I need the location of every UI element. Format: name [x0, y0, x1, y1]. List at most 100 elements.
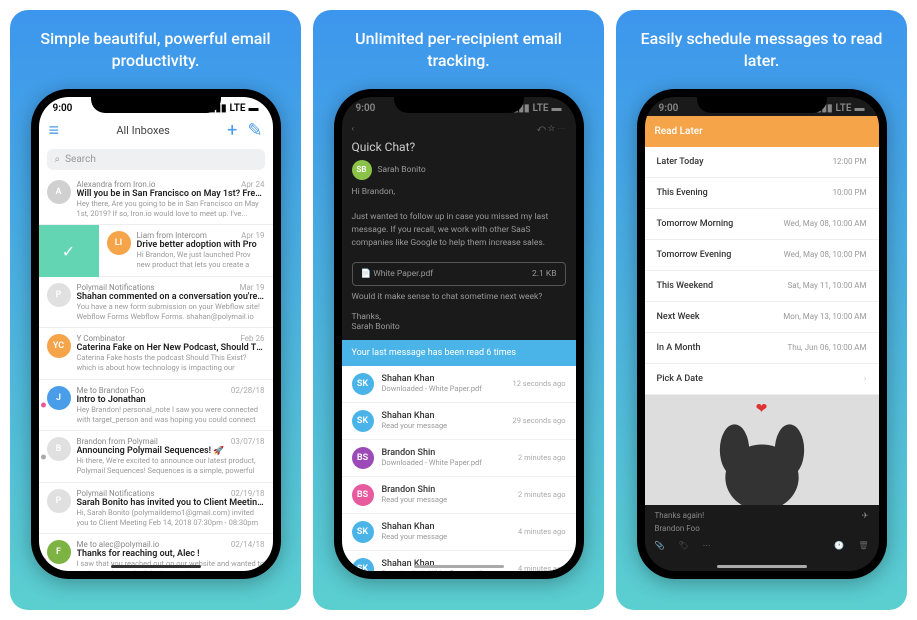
tracking-name: Shahan Khan — [382, 374, 505, 384]
panel-schedule: Easily schedule messages to read later. … — [616, 10, 907, 610]
email-list: A Alexandra from Iron.io Apr 24 Will you … — [39, 174, 273, 571]
email-view-dark: ‹ ⤺ ☆ ⋯ Quick Chat? SB Sarah Bonito Hi B… — [342, 116, 576, 340]
attachment[interactable]: 📄 White Paper.pdf 2.1 KB — [352, 262, 566, 286]
tracking-avatar: BS — [352, 447, 374, 469]
schedule-label: Tomorrow Morning — [657, 219, 734, 229]
tracking-name: Brandon Shin — [382, 485, 511, 495]
avatar: LI — [107, 231, 131, 255]
email-subject: Drive better adoption with Pro — [137, 240, 265, 250]
schedule-option[interactable]: Next WeekMon, May 13, 10:00 AM — [645, 302, 879, 333]
email-from: Alexandra from Iron.io — [77, 180, 156, 189]
screen: 9:00 ▮▮▮▮ LTE ▬ ≡ All Inboxes + ✎ ⌕ Sear… — [39, 97, 273, 571]
phone-frame: 9:00 ▮▮▮▮ LTE ▬ ≡ All Inboxes + ✎ ⌕ Sear… — [31, 89, 281, 579]
screen: 9:00 ▮▮▮▮ LTE ▬ Read Later Later Today12… — [645, 97, 879, 571]
email-subject: Sarah Bonito has invited you to Client M… — [77, 498, 265, 508]
email-preview: Hi there, We're excited to announce our … — [77, 456, 265, 476]
notch — [394, 89, 524, 113]
email-item[interactable]: P Polymail NotificationsMar 19 Shahan co… — [39, 277, 273, 329]
trash-icon[interactable]: 🗑 — [858, 541, 868, 550]
tracking-action: Read your message — [382, 495, 511, 504]
email-date: Apr 24 — [241, 180, 264, 189]
email-preview: Caterina Fake hosts the podcast Should T… — [77, 353, 265, 373]
panel-tracking: Unlimited per-recipient email tracking. … — [313, 10, 604, 610]
swipe-action[interactable]: ✓ — [39, 225, 99, 277]
headline: Simple beautiful, powerful email product… — [22, 28, 289, 73]
email-item[interactable]: A Alexandra from Iron.io Apr 24 Will you … — [39, 174, 273, 226]
email-subject: Will you be in San Francisco on May 1st?… — [77, 189, 265, 199]
tracking-action: Read your message — [382, 532, 511, 541]
unread-dot — [41, 557, 46, 562]
phone-frame: 9:00 ▮▮▮▮ LTE ▬ ‹ ⤺ ☆ ⋯ Quick Chat? SB S… — [334, 89, 584, 579]
schedule-time: 12:00 PM — [833, 157, 867, 166]
tracking-time: 2 minutes ago — [518, 490, 565, 499]
search-input[interactable]: ⌕ Search — [47, 149, 265, 170]
tracking-time: 4 minutes ago — [518, 564, 565, 571]
more-icon[interactable]: ⋯ — [703, 541, 711, 550]
schedule-option[interactable]: Pick A Date› — [645, 364, 879, 395]
tracking-item[interactable]: SK Shahan KhanRead your message 29 secon… — [342, 403, 576, 440]
email-subject: Announcing Polymail Sequences! 🚀 — [77, 446, 265, 456]
schedule-label: In A Month — [657, 343, 701, 353]
avatar: F — [47, 540, 71, 564]
tracking-item[interactable]: SK Shahan KhanRead your message 4 minute… — [342, 514, 576, 551]
avatar: B — [47, 437, 71, 461]
attach-icon[interactable]: 📎 — [655, 541, 665, 550]
schedule-option[interactable]: This Evening10:00 PM — [645, 178, 879, 209]
email-item[interactable]: YC Y CombinatorFeb 26 Caterina Fake on H… — [39, 328, 273, 380]
tracking-action: Downloaded - White Paper.pdf — [382, 458, 511, 467]
clock-icon[interactable]: 🕐 — [834, 541, 844, 550]
email-from: Polymail Notifications — [77, 283, 155, 292]
schedule-sheet: Later Today12:00 PMThis Evening10:00 PMT… — [645, 147, 879, 395]
background-image: ❤ — [645, 395, 879, 505]
panel-inbox: Simple beautiful, powerful email product… — [10, 10, 301, 610]
email-preview: Hi Brandon, We just launched Prov new pr… — [137, 250, 265, 270]
schedule-label: Pick A Date — [657, 374, 703, 384]
phone-frame: 9:00 ▮▮▮▮ LTE ▬ Read Later Later Today12… — [637, 89, 887, 579]
schedule-option[interactable]: This WeekendSat, May 11, 10:00 AM — [645, 271, 879, 302]
tracking-item[interactable]: SK Shahan KhanDownloaded - White Paper.p… — [342, 366, 576, 403]
schedule-option[interactable]: Tomorrow EveningWed, May 08, 10:00 PM — [645, 240, 879, 271]
email-date: 02/14/18 — [231, 540, 265, 549]
email-from: Me to alec@polymail.io — [77, 540, 160, 549]
email-date: Feb 26 — [240, 334, 264, 343]
schedule-label: Next Week — [657, 312, 700, 322]
home-indicator[interactable] — [717, 565, 807, 568]
tracking-item[interactable]: BS Brandon ShinDownloaded - White Paper.… — [342, 440, 576, 477]
home-indicator[interactable] — [111, 565, 201, 568]
carrier: LTE — [532, 103, 548, 114]
unread-dot — [41, 454, 46, 459]
email-item[interactable]: J Me to Brandon Foo02/28/18 Intro to Jon… — [39, 380, 273, 432]
avatar: A — [47, 180, 71, 204]
email-item[interactable]: P Polymail Notifications02/19/18 Sarah B… — [39, 483, 273, 535]
email-subject: Thanks for reaching out, Alec ! — [77, 549, 265, 559]
email-from: Me to Brandon Foo — [77, 386, 145, 395]
schedule-option[interactable]: Later Today12:00 PM — [645, 147, 879, 178]
add-icon[interactable]: + — [227, 120, 237, 141]
home-indicator[interactable] — [414, 565, 504, 568]
avatar: P — [47, 283, 71, 307]
schedule-option[interactable]: In A MonthThu, Jun 06, 10:00 AM — [645, 333, 879, 364]
tracking-item[interactable]: BS Brandon ShinRead your message 2 minut… — [342, 477, 576, 514]
compose-icon[interactable]: ✎ — [247, 120, 262, 141]
email-from: Liam from Intercom — [137, 231, 207, 240]
send-icon[interactable]: ✈ — [862, 511, 869, 520]
sheet-header: Read Later — [645, 116, 879, 147]
schedule-option[interactable]: Tomorrow MorningWed, May 08, 10:00 AM — [645, 209, 879, 240]
tracking-name: Shahan Khan — [382, 522, 511, 532]
search-placeholder: Search — [65, 154, 96, 165]
status-time: 9:00 — [356, 103, 376, 114]
email-body: Just wanted to follow up in case you mis… — [352, 211, 566, 249]
tag-icon[interactable]: 🏷 — [678, 541, 688, 550]
email-item[interactable]: LI Liam from IntercomApr 19 Drive better… — [99, 225, 273, 277]
tracking-action: Read your message — [382, 421, 505, 430]
schedule-time: Wed, May 08, 10:00 PM — [784, 250, 867, 259]
menu-icon[interactable]: ≡ — [49, 120, 60, 141]
tracking-avatar: BS — [352, 484, 374, 506]
tracking-list: SK Shahan KhanDownloaded - White Paper.p… — [342, 366, 576, 571]
tracking-name: Shahan Khan — [382, 411, 505, 421]
footer-name: Brandon Foo — [655, 524, 869, 533]
email-item[interactable]: B Brandon from Polymail03/07/18 Announci… — [39, 431, 273, 483]
tracking-time: 2 minutes ago — [518, 453, 565, 462]
avatar: P — [47, 489, 71, 513]
back-icon[interactable]: ‹ — [352, 124, 355, 134]
